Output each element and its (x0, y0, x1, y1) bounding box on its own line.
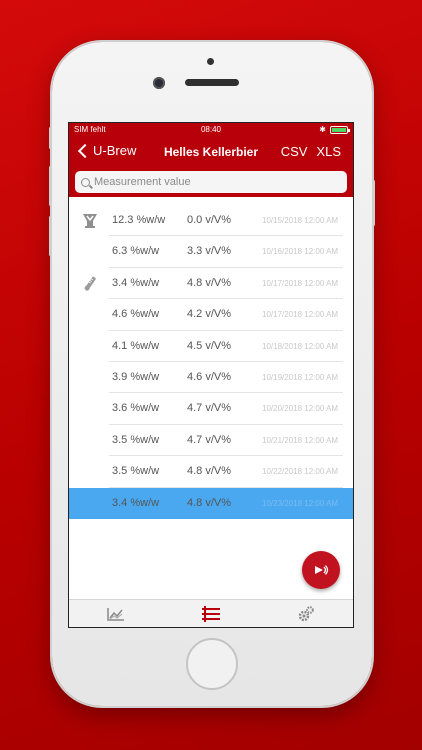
gravity-value: 3.5 %w/w (112, 465, 160, 478)
table-row[interactable]: 4.1 %w/w 4.5 v/V% 10/18/2018 12:00 AM (69, 331, 353, 362)
table-row[interactable]: 3.6 %w/w 4.7 v/V% 10/20/2018 12:00 AM (69, 393, 353, 425)
timestamp: 10/16/2018 12:00 AM (262, 247, 339, 257)
timestamp: 10/22/2018 12:00 AM (262, 467, 339, 477)
front-camera (153, 77, 165, 89)
abv-value: 4.8 v/V% (187, 276, 232, 289)
app-header: SIM fehlt 08:40 ✱ U-Brew Helles Kellerbi… (69, 123, 353, 197)
tab-settings[interactable] (258, 600, 353, 627)
table-row[interactable]: 12.3 %w/w 0.0 v/V% 10/15/2018 12:00 AM (69, 205, 353, 237)
search-input[interactable] (94, 176, 334, 188)
timestamp: 10/23/2018 12:00 AM (262, 498, 339, 508)
gravity-value: 3.5 %w/w (112, 433, 160, 446)
gravity-value: 3.6 %w/w (112, 402, 160, 415)
tab-list[interactable] (164, 600, 259, 627)
abv-value: 4.2 v/V% (187, 308, 232, 321)
home-button[interactable] (186, 638, 238, 690)
back-label: U-Brew (93, 143, 137, 158)
table-row[interactable]: 3.9 %w/w 4.6 v/V% 10/19/2018 12:00 AM (69, 362, 353, 394)
play-sound-icon (315, 565, 329, 575)
measurement-list: 12.3 %w/w 0.0 v/V% 10/15/2018 12:00 AM 6.3 … (69, 205, 353, 519)
timestamp: 10/17/2018 12:00 AM (262, 278, 339, 288)
play-sound-button[interactable] (302, 551, 340, 589)
abv-value: 3.3 v/V% (187, 245, 232, 258)
abv-value: 4.7 v/V% (187, 433, 232, 446)
timestamp: 10/18/2018 12:00 AM (262, 341, 339, 351)
abv-value: 4.6 v/V% (187, 370, 232, 383)
gravity-value: 4.6 %w/w (112, 308, 160, 321)
proximity-sensor (207, 58, 214, 65)
settings-gears-icon (298, 605, 314, 621)
volume-down-button (49, 216, 52, 256)
chevron-left-icon (77, 143, 93, 159)
list-icon (202, 605, 220, 622)
table-row[interactable]: 3.5 %w/w 4.8 v/V% 10/22/2018 12:00 AM (69, 456, 353, 488)
bluetooth-icon: ✱ (319, 125, 326, 134)
gravity-value: 3.4 %w/w (112, 276, 160, 289)
timestamp: 10/21/2018 12:00 AM (262, 435, 339, 445)
status-bar: SIM fehlt 08:40 ✱ (69, 123, 353, 137)
timestamp: 10/15/2018 12:00 AM (262, 216, 339, 225)
back-button[interactable]: U-Brew (77, 143, 137, 159)
beer-glass-icon (81, 213, 99, 229)
export-actions: CSV XLS (281, 144, 341, 159)
table-row[interactable]: 3.4 %w/w 4.8 v/V% 10/23/2018 12:00 AM (69, 487, 353, 519)
table-row[interactable]: 4.6 %w/w 4.2 v/V% 10/17/2018 12:00 AM (69, 299, 353, 331)
gravity-value: 12.3 %w/w (112, 214, 166, 226)
abv-value: 4.8 v/V% (187, 465, 232, 478)
status-time: 08:40 (200, 125, 222, 134)
tab-chart[interactable] (69, 600, 164, 627)
abv-value: 4.8 v/V% (187, 496, 232, 509)
chart-icon (107, 607, 125, 621)
gravity-value: 3.9 %w/w (112, 370, 160, 383)
timestamp: 10/17/2018 12:00 AM (262, 310, 339, 320)
abv-value: 4.7 v/V% (187, 402, 232, 415)
search-bar (69, 167, 353, 193)
search-box[interactable] (75, 171, 347, 193)
timestamp: 10/20/2018 12:00 AM (262, 404, 339, 414)
nav-bar: U-Brew Helles Kellerbier CSV XLS (69, 137, 353, 167)
app-screen: SIM fehlt 08:40 ✱ U-Brew Helles Kellerbi… (68, 122, 354, 628)
earpiece-speaker (185, 79, 239, 86)
status-icons: ✱ (319, 125, 350, 134)
gravity-value: 3.4 %w/w (112, 496, 160, 509)
gravity-value: 4.1 %w/w (112, 339, 160, 352)
search-icon (81, 177, 90, 187)
table-row[interactable]: 6.3 %w/w 3.3 v/V% 10/16/2018 12:00 AM (69, 236, 353, 268)
battery-icon (330, 126, 350, 134)
timestamp: 10/19/2018 12:00 AM (262, 372, 339, 382)
gravity-value: 6.3 %w/w (112, 245, 160, 258)
volume-up-button (49, 166, 52, 206)
table-row[interactable]: 3.4 %w/w 4.8 v/V% 10/17/2018 12:00 AM (69, 268, 353, 300)
abv-value: 4.5 v/V% (187, 339, 232, 352)
abv-value: 0.0 v/V% (187, 214, 232, 226)
xls-export-button[interactable]: XLS (316, 144, 341, 159)
mute-switch (49, 127, 52, 149)
hydrometer-icon (81, 276, 99, 292)
power-button (372, 180, 375, 226)
csv-export-button[interactable]: CSV (281, 144, 308, 159)
tab-bar (69, 599, 353, 627)
table-row[interactable]: 3.5 %w/w 4.7 v/V% 10/21/2018 12:00 AM (69, 425, 353, 457)
